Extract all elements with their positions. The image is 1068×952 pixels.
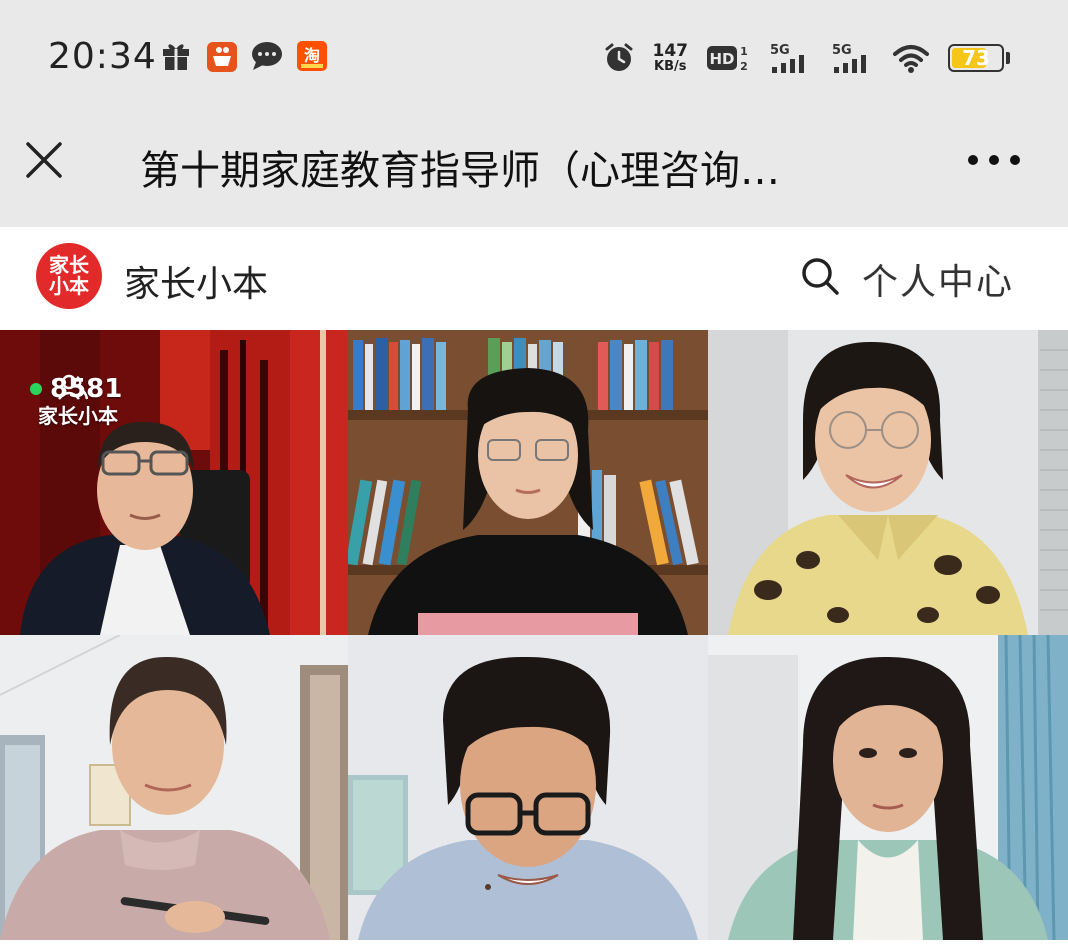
more-dot-icon bbox=[968, 155, 978, 165]
video-tile-participant-2[interactable] bbox=[348, 330, 708, 635]
hd-voice-icon: HD 1 2 bbox=[707, 45, 748, 73]
wifi-icon bbox=[893, 45, 929, 73]
signal-5g-sim2-icon: 5G bbox=[832, 43, 866, 73]
status-bar: 20:34 淘 147 KB/s HD 1 2 5G 5G 73 bbox=[0, 0, 1068, 112]
app-header: 家长 小本 家长小本 个人中心 bbox=[0, 227, 1068, 330]
participant-2-video-illustration bbox=[348, 330, 708, 635]
close-icon[interactable] bbox=[22, 138, 66, 182]
svg-text:2: 2 bbox=[740, 60, 748, 73]
battery-text: 73 bbox=[962, 46, 990, 70]
personal-center-link[interactable]: 个人中心 bbox=[862, 253, 1014, 305]
more-dot-icon bbox=[989, 155, 999, 165]
basket-app-icon bbox=[207, 42, 237, 72]
people-icon bbox=[58, 374, 88, 400]
alarm-clock-icon bbox=[605, 43, 632, 71]
brand-name[interactable]: 家长小本 bbox=[124, 255, 268, 307]
video-tile-participant-4[interactable] bbox=[0, 635, 348, 940]
live-dot-icon bbox=[30, 383, 42, 395]
logo-line2: 小本 bbox=[49, 274, 89, 298]
app-logo[interactable]: 家长 小本 bbox=[36, 243, 102, 309]
page-title: 第十期家庭教育指导师（心理咨询… bbox=[140, 148, 780, 194]
participant-6-video-illustration bbox=[708, 635, 1068, 940]
video-tile-participant-5[interactable] bbox=[348, 635, 708, 940]
video-tile-host[interactable]: 8581 家长小本 bbox=[0, 330, 348, 635]
taobao-app-icon: 淘 bbox=[297, 41, 327, 71]
live-watermark: 家长小本 bbox=[38, 404, 118, 428]
gift-icon bbox=[163, 44, 189, 70]
more-options-button[interactable] bbox=[968, 150, 1020, 170]
svg-text:5G: 5G bbox=[770, 43, 790, 58]
system-status-area: 147 KB/s HD 1 2 5G 5G 73 bbox=[603, 38, 1010, 78]
more-dot-icon bbox=[1010, 155, 1020, 165]
video-grid[interactable]: 8581 家长小本 bbox=[0, 330, 1068, 952]
battery-tip bbox=[1006, 52, 1010, 64]
participant-5-video-illustration bbox=[348, 635, 708, 940]
network-speed-unit: KB/s bbox=[654, 59, 687, 74]
video-tile-participant-6[interactable] bbox=[708, 635, 1068, 940]
status-time: 20:34 bbox=[48, 36, 157, 77]
video-tile-participant-3[interactable] bbox=[708, 330, 1068, 635]
svg-text:淘: 淘 bbox=[304, 46, 320, 65]
network-speed: 147 KB/s bbox=[652, 41, 689, 74]
battery-indicator: 73 bbox=[948, 44, 1004, 72]
participant-3-video-illustration bbox=[708, 330, 1068, 635]
search-icon[interactable] bbox=[800, 256, 840, 296]
logo-line1: 家长 bbox=[49, 253, 89, 277]
svg-text:HD: HD bbox=[709, 50, 734, 68]
svg-text:1: 1 bbox=[740, 45, 748, 58]
chat-bubble-icon bbox=[252, 42, 282, 70]
title-bar: 第十期家庭教育指导师（心理咨询… bbox=[0, 112, 1068, 227]
signal-5g-sim1-icon: 5G bbox=[770, 43, 804, 73]
participant-4-video-illustration bbox=[0, 635, 348, 940]
network-speed-value: 147 bbox=[652, 41, 689, 61]
svg-text:5G: 5G bbox=[832, 43, 852, 58]
